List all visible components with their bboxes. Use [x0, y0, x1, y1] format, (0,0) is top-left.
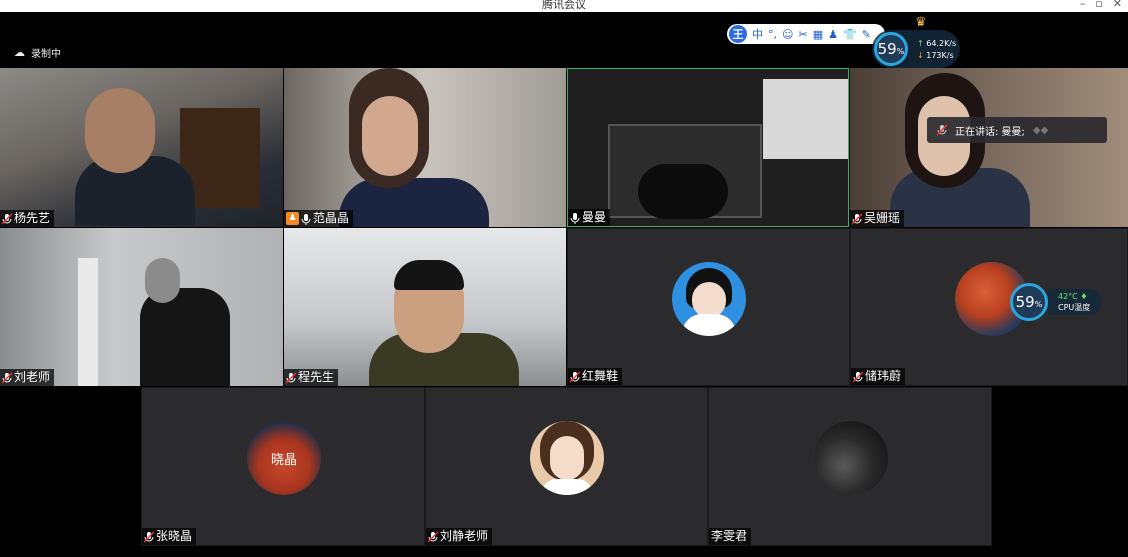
participant-nameplate: 程先生	[284, 369, 339, 386]
ime-logo-icon[interactable]: 王	[729, 25, 747, 43]
restore-button[interactable]: ▫	[1095, 0, 1102, 10]
host-icon: ♟	[286, 212, 299, 225]
avatar-face	[692, 282, 726, 318]
mic-icon	[570, 212, 580, 224]
participant-nameplate: 张晓晶	[142, 528, 197, 545]
speaking-indicator: 正在讲话: 曼曼; ◆◆	[927, 117, 1107, 143]
person-head	[85, 88, 155, 173]
avatar-tile[interactable]: 红舞鞋	[567, 228, 850, 386]
cpu-temp: 42°C	[1058, 292, 1078, 301]
shelf	[78, 258, 98, 386]
minimize-button[interactable]: –	[1080, 0, 1086, 10]
download-rate: 173K/s	[926, 51, 954, 60]
person-torso	[339, 178, 489, 227]
participant-nameplate: 李雯君	[709, 528, 752, 545]
person-head	[362, 96, 418, 176]
mic-muted-icon	[852, 212, 862, 225]
ime-keyboard-icon[interactable]: ▦	[813, 28, 823, 41]
speaking-label: 正在讲话: 曼曼;	[955, 126, 1025, 138]
upload-arrow-icon: ↑	[917, 39, 924, 48]
ime-skin-icon[interactable]: 👕	[843, 28, 857, 41]
cpu-load-gauge: 59%	[1010, 283, 1048, 321]
avatar	[814, 421, 888, 495]
close-button[interactable]: ✕	[1113, 0, 1122, 10]
participant-name: 李雯君	[711, 529, 748, 543]
person-hair	[394, 260, 464, 290]
participant-name: 刘老师	[14, 370, 51, 384]
mic-muted-icon	[570, 370, 580, 383]
ime-tools-icon[interactable]: ✎	[862, 28, 871, 41]
title-bar: 腾讯会议 – ▫ ✕	[0, 0, 1128, 12]
mic-muted-icon	[2, 371, 12, 384]
participant-name: 杨先艺	[14, 211, 51, 225]
avatar	[530, 421, 604, 495]
net-rates: ↑ 64.2K/s ↓ 173K/s	[917, 38, 956, 62]
cpu-widget[interactable]: 42°C ♦ CPU温度 59%	[1010, 283, 1102, 321]
ime-toolbar[interactable]: 王 中 °, ☺ ✂ ▦ ♟ 👕 ✎	[727, 24, 885, 44]
crown-icon: ♛	[915, 15, 927, 30]
net-speed-widget[interactable]: 59% ↑ 64.2K/s ↓ 173K/s	[872, 30, 960, 68]
recording-indicator[interactable]: ☁ 录制中	[14, 45, 61, 60]
video-tile[interactable]: 吴姗瑶	[850, 68, 1128, 227]
avatar-body	[542, 479, 592, 495]
ime-chinese-toggle[interactable]: 中	[752, 26, 763, 42]
mic-icon	[301, 213, 311, 225]
video-tile[interactable]: 杨先艺	[0, 68, 283, 227]
avatar-tile[interactable]: 晓晶 张晓晶	[141, 387, 425, 546]
participant-name: 刘静老师	[440, 529, 489, 543]
leaf-icon: ♦	[1080, 292, 1088, 301]
avatar-text: 晓晶	[270, 452, 297, 468]
participant-nameplate: 刘老师	[0, 369, 55, 386]
cloud-icon: ☁	[14, 46, 25, 59]
participant-name: 范晶晶	[313, 211, 350, 225]
mic-muted-icon	[428, 530, 438, 543]
ime-scissors-icon[interactable]: ✂	[798, 28, 807, 41]
ime-punctuation-icon[interactable]: °,	[768, 28, 777, 41]
participant-nameplate: 吴姗瑶	[850, 210, 905, 227]
ime-user-icon[interactable]: ♟	[828, 28, 838, 41]
participant-name: 程先生	[298, 370, 335, 384]
avatar-face	[550, 436, 584, 480]
cpu-label: CPU温度	[1058, 303, 1091, 312]
avatar-body	[682, 314, 736, 336]
window-title: 腾讯会议	[542, 0, 586, 11]
person-torso	[140, 288, 230, 386]
participant-nameplate: 杨先艺	[0, 210, 55, 227]
person-head	[145, 258, 180, 303]
net-load-gauge: 59%	[874, 32, 908, 66]
participant-name: 吴姗瑶	[864, 211, 901, 225]
cpu-info: 42°C ♦ CPU温度	[1048, 289, 1102, 315]
mic-muted-icon	[286, 371, 296, 384]
avatar-tile[interactable]: 刘静老师	[425, 387, 708, 546]
participant-nameplate: 刘静老师	[426, 528, 493, 545]
avatar	[672, 262, 746, 336]
upload-rate: 64.2K/s	[926, 39, 957, 48]
participant-name: 储玮蔚	[865, 369, 902, 383]
mic-muted-icon	[2, 212, 12, 225]
participant-nameplate: 曼曼	[568, 209, 611, 226]
participant-name: 曼曼	[582, 210, 607, 224]
mic-muted-icon	[853, 370, 863, 383]
mic-muted-icon	[144, 530, 154, 543]
video-tile[interactable]: 刘老师	[0, 228, 283, 386]
download-arrow-icon: ↓	[917, 51, 924, 60]
participant-nameplate: 储玮蔚	[851, 368, 906, 385]
video-tile-active-speaker[interactable]: 曼曼	[567, 68, 849, 227]
participant-nameplate: ♟ 范晶晶	[284, 210, 354, 227]
window-controls: – ▫ ✕	[1080, 0, 1122, 10]
avatar-tile[interactable]: 李雯君	[708, 387, 992, 546]
recording-label: 录制中	[31, 49, 61, 60]
participant-name: 张晓晶	[156, 529, 193, 543]
avatar: 晓晶	[247, 421, 321, 495]
desk-object	[638, 164, 728, 219]
ime-emoji-icon[interactable]: ☺	[782, 28, 793, 41]
speaking-wave-icon: ◆◆	[1032, 124, 1049, 136]
window-light	[763, 79, 848, 159]
video-tile[interactable]: ♟ 范晶晶	[284, 68, 566, 227]
participant-nameplate: 红舞鞋	[568, 368, 623, 385]
speaking-mic-icon	[937, 124, 947, 136]
video-tile[interactable]: 程先生	[284, 228, 566, 386]
participant-name: 红舞鞋	[582, 369, 619, 383]
